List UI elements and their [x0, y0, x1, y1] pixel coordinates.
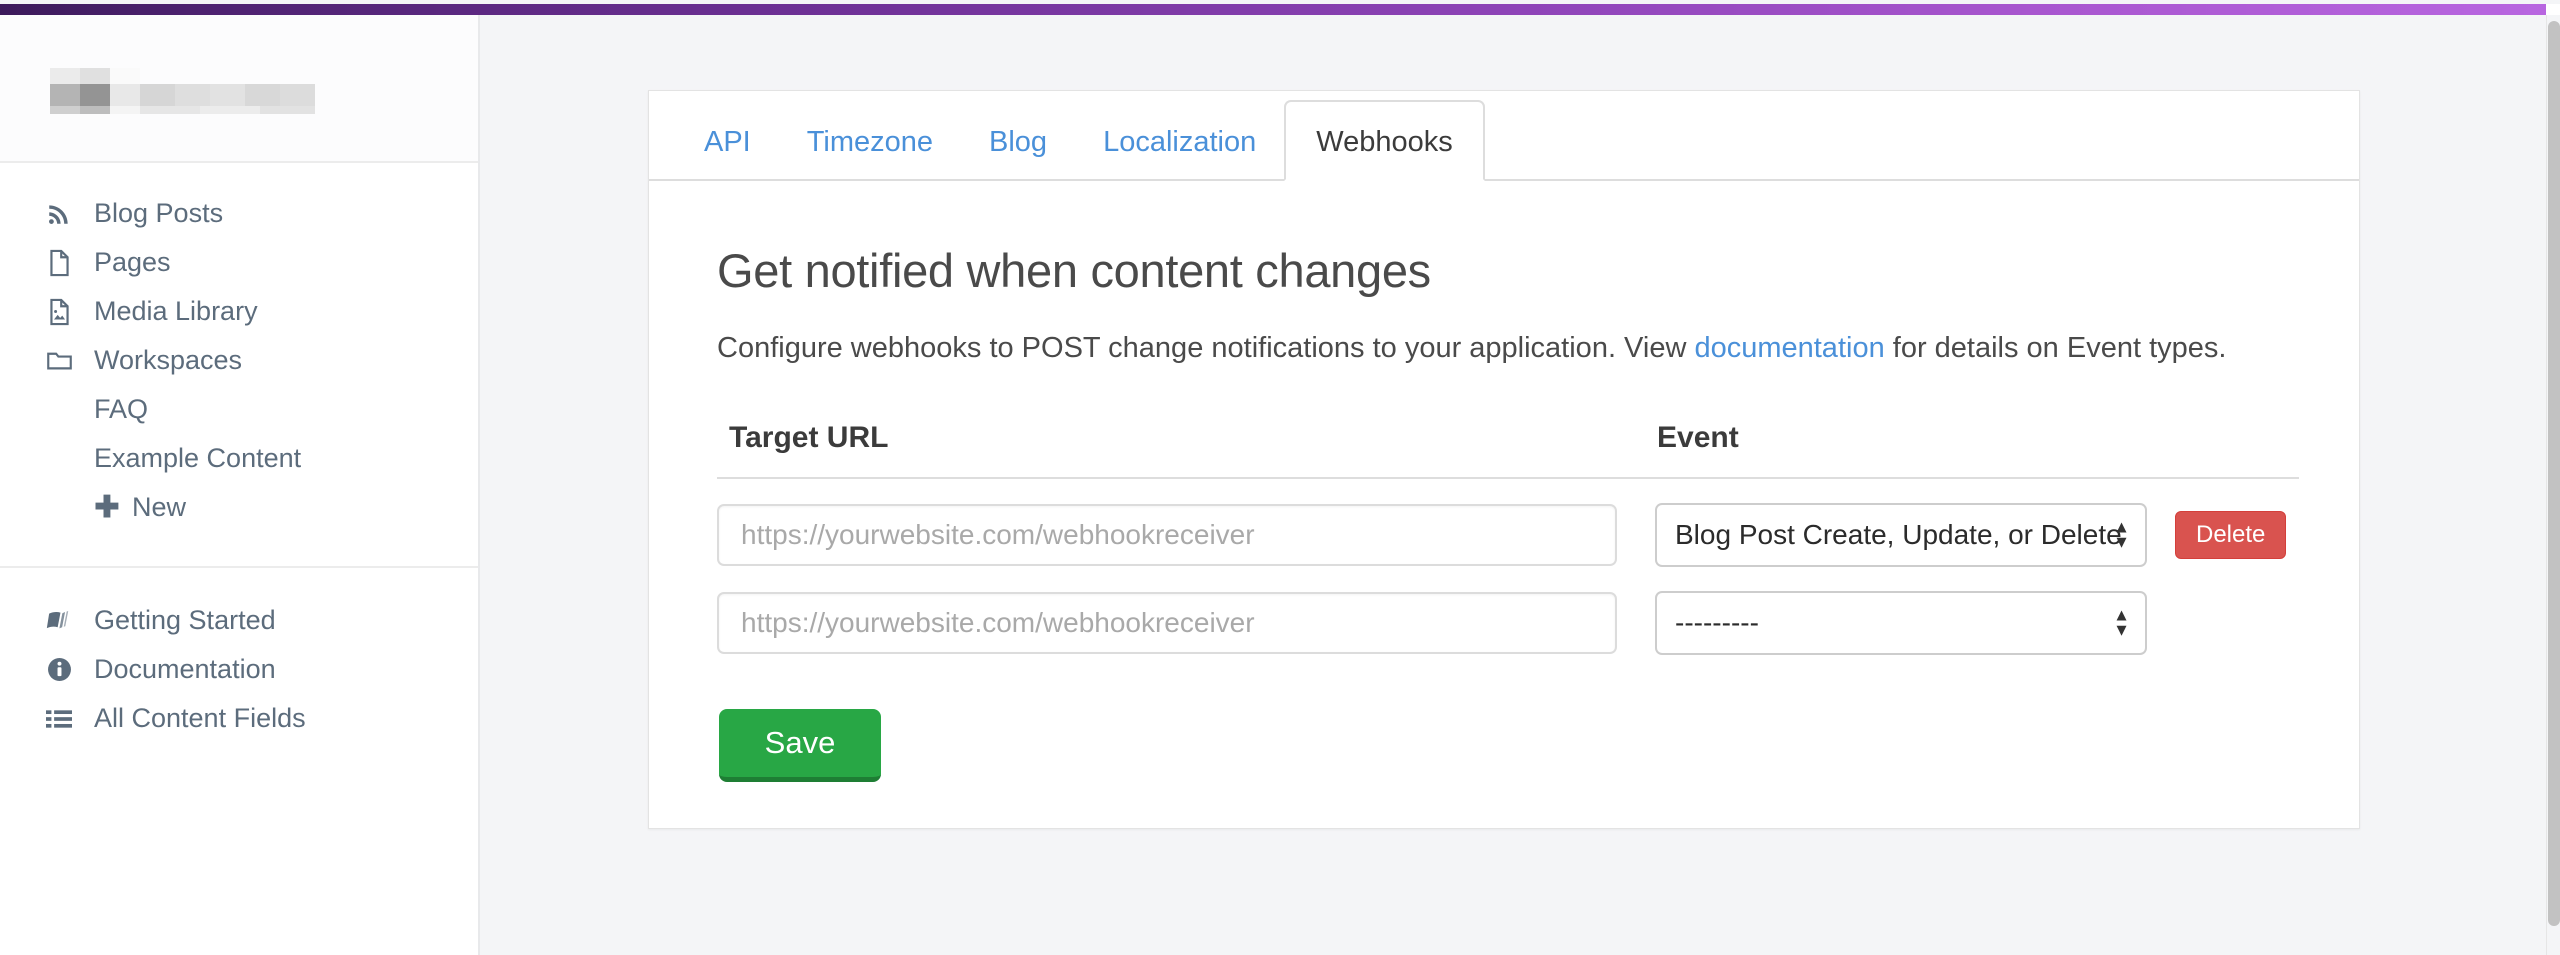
sidebar-item-label: Getting Started — [94, 605, 276, 635]
document-icon — [42, 248, 76, 278]
webhooks-panel: Get notified when content changes Config… — [649, 243, 2359, 783]
list-icon — [42, 704, 76, 734]
sidebar-item-workspaces[interactable]: Workspaces — [0, 336, 478, 385]
rss-icon — [42, 199, 76, 229]
column-header-event: Event — [1657, 421, 1739, 455]
settings-card: API Timezone Blog Localization Webhooks … — [648, 90, 2360, 830]
sidebar-item-label: Pages — [94, 247, 171, 277]
page-description: Configure webhooks to POST change notifi… — [717, 328, 2307, 369]
site-logo-redacted — [50, 62, 330, 114]
sidebar-item-label: Documentation — [94, 654, 276, 684]
webhooks-table: Target URL Event Blog Post Create, Updat… — [717, 421, 2299, 783]
save-button[interactable]: Save — [719, 709, 881, 783]
page-title: Get notified when content changes — [717, 244, 1431, 297]
sidebar-bottom-nav: Getting Started Documentation All Conten… — [0, 568, 478, 743]
sidebar-logo-area[interactable] — [0, 15, 478, 163]
description-text-after: for details on Event types. — [1884, 332, 2227, 364]
table-header-row: Target URL Event — [717, 421, 2299, 480]
target-url-input-1[interactable] — [717, 504, 1617, 567]
tab-timezone[interactable]: Timezone — [779, 128, 961, 179]
event-select-1[interactable]: Blog Post Create, Update, or Delete — [1655, 503, 2147, 568]
event-select-wrapper-1: Blog Post Create, Update, or Delete ▲ ▼ — [1655, 503, 2147, 568]
book-icon — [42, 606, 76, 636]
column-header-target-url: Target URL — [729, 421, 889, 455]
sidebar-item-new[interactable]: ✚ New — [0, 483, 478, 532]
sidebar-item-label: All Content Fields — [94, 703, 306, 733]
settings-tabs: API Timezone Blog Localization Webhooks — [649, 91, 2359, 181]
sidebar-item-label: New — [132, 492, 187, 522]
page-root: Blog Posts Pages Media Library Workspace… — [0, 15, 2546, 955]
documentation-link[interactable]: documentation — [1694, 332, 1884, 364]
scrollbar-thumb[interactable] — [2548, 21, 2560, 926]
plus-icon: ✚ — [94, 491, 120, 524]
sidebar-item-label: Blog Posts — [94, 198, 224, 228]
sidebar-item-documentation[interactable]: Documentation — [0, 645, 478, 694]
table-row: Blog Post Create, Update, or Delete ▲▼ D… — [717, 503, 2299, 568]
sidebar-item-media-library[interactable]: Media Library — [0, 287, 478, 336]
sidebar-item-example-content[interactable]: Example Content — [0, 434, 478, 483]
main-content-area: API Timezone Blog Localization Webhooks … — [480, 15, 2546, 955]
delete-button-1[interactable]: Delete — [2175, 510, 2287, 560]
vertical-scrollbar[interactable] — [2546, 15, 2560, 955]
sidebar-item-label: FAQ — [94, 394, 149, 424]
sidebar-item-all-content-fields[interactable]: All Content Fields — [0, 694, 478, 743]
table-row: --------- ▲▼ — [717, 591, 2299, 656]
info-circle-icon — [42, 655, 76, 685]
sidebar-item-label: Workspaces — [94, 345, 243, 375]
sidebar-item-label: Example Content — [94, 443, 302, 473]
folder-icon — [42, 346, 76, 376]
sidebar-item-blog-posts[interactable]: Blog Posts — [0, 189, 478, 238]
sidebar-item-label: Media Library — [94, 296, 258, 326]
brand-gradient-bar — [0, 4, 2546, 15]
target-url-input-2[interactable] — [717, 592, 1617, 655]
tab-api[interactable]: API — [676, 128, 779, 179]
sidebar-primary-nav: Blog Posts Pages Media Library Workspace… — [0, 163, 478, 532]
tab-webhooks[interactable]: Webhooks — [1284, 100, 1485, 181]
sidebar-item-pages[interactable]: Pages — [0, 238, 478, 287]
sidebar: Blog Posts Pages Media Library Workspace… — [0, 15, 480, 955]
image-document-icon — [42, 297, 76, 327]
tab-localization[interactable]: Localization — [1075, 128, 1284, 179]
description-text-before: Configure webhooks to POST change notifi… — [717, 332, 1695, 364]
tab-blog[interactable]: Blog — [961, 128, 1075, 179]
sidebar-item-getting-started[interactable]: Getting Started — [0, 596, 478, 645]
sidebar-item-faq[interactable]: FAQ — [0, 385, 478, 434]
event-select-wrapper-2: --------- ▲ ▼ — [1655, 591, 2147, 656]
event-select-2[interactable]: --------- — [1655, 591, 2147, 656]
